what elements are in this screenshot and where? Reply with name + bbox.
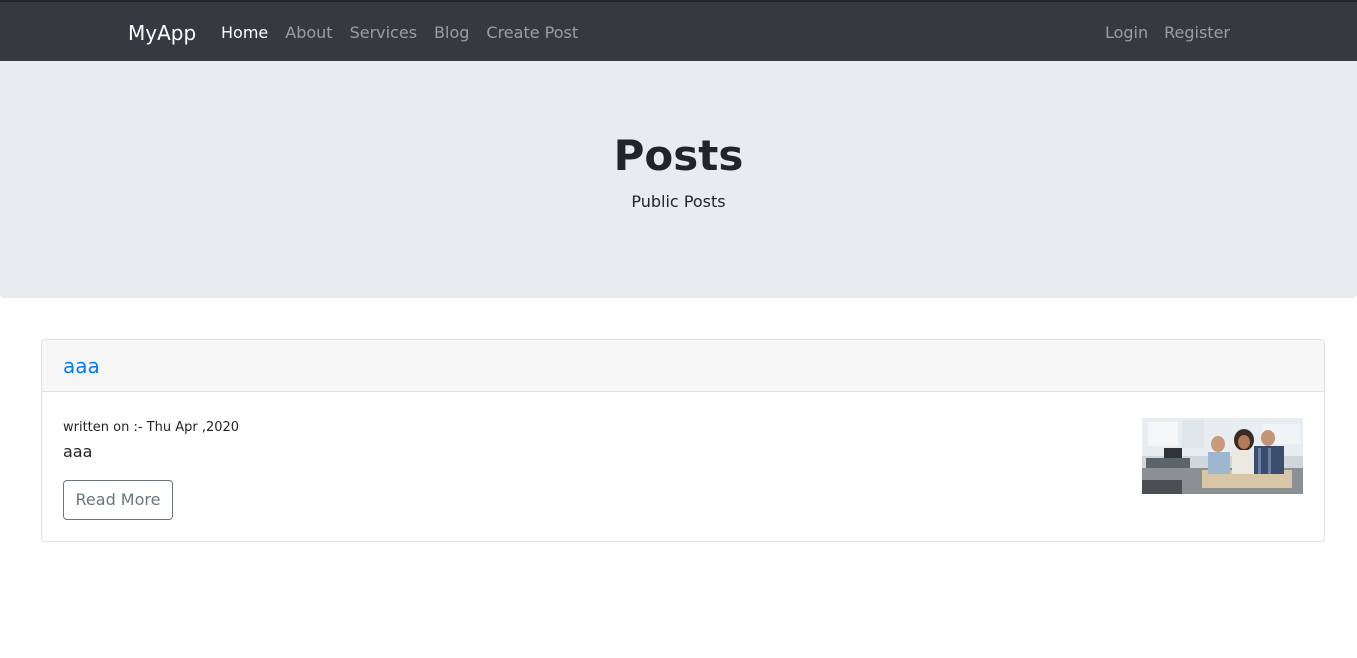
page-title: Posts: [613, 131, 744, 180]
post-card: aaa written on :- Thu Apr ,2020 aaa Read…: [41, 339, 1325, 542]
nav-right-links: Login Register: [1089, 22, 1230, 44]
top-navbar: MyApp Home About Services Blog Create Po…: [0, 0, 1357, 61]
nav-link-create-post[interactable]: Create Post: [486, 22, 578, 44]
nav-link-login[interactable]: Login: [1105, 22, 1148, 44]
brand-logo-link[interactable]: MyApp: [128, 20, 196, 46]
nav-link-about[interactable]: About: [285, 22, 332, 44]
read-more-button[interactable]: Read More: [63, 480, 173, 520]
nav-link-home[interactable]: Home: [221, 22, 268, 44]
nav-link-register[interactable]: Register: [1164, 22, 1230, 44]
hero-jumbotron: Posts Public Posts: [0, 61, 1357, 298]
post-card-header: aaa: [42, 340, 1324, 392]
nav-left-links: Home About Services Blog Create Post: [221, 22, 595, 44]
nav-link-blog[interactable]: Blog: [434, 22, 469, 44]
post-title-link[interactable]: aaa: [63, 354, 100, 378]
post-thumbnail-image: [1142, 418, 1303, 494]
post-excerpt: aaa: [63, 442, 93, 461]
page-subtitle: Public Posts: [631, 192, 726, 211]
post-date: written on :- Thu Apr ,2020: [63, 420, 240, 435]
nav-link-services[interactable]: Services: [350, 22, 417, 44]
post-card-body: written on :- Thu Apr ,2020 aaa Read Mor…: [42, 392, 1324, 541]
